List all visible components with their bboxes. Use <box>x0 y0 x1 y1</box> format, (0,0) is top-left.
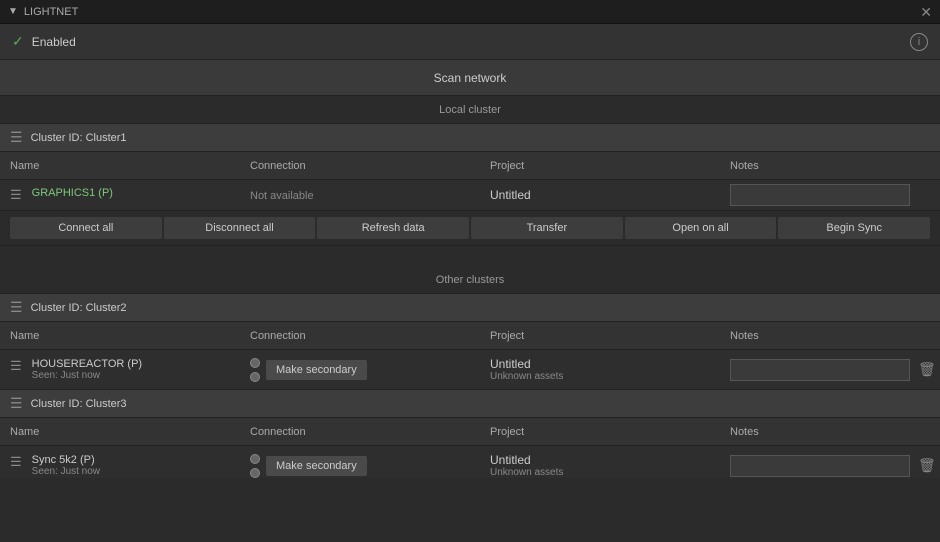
cluster2-col-project: Project <box>490 330 730 342</box>
cluster2-project-sub: Unknown assets <box>490 371 730 382</box>
cluster2-id: Cluster ID: Cluster2 <box>31 302 127 314</box>
title-bar-left: ▼ LIGHTNET <box>8 6 78 18</box>
cluster2-col-notes: Notes <box>730 330 930 342</box>
other-clusters-label: Other clusters <box>436 274 504 286</box>
enabled-left: ✓ Enabled <box>12 33 76 50</box>
cluster3-col-notes: Notes <box>730 426 930 438</box>
enabled-bar: ✓ Enabled i <box>0 24 940 60</box>
local-cluster-section: Local cluster <box>0 96 940 124</box>
cluster1-menu-icon[interactable]: ☰ <box>10 129 23 146</box>
local-row-menu-icon[interactable]: ☰ <box>10 187 22 203</box>
main-content: Scan network Local cluster ☰ Cluster ID:… <box>0 60 940 478</box>
local-connection-value: Not available <box>250 190 314 202</box>
cluster2-conn-dot1 <box>250 358 260 368</box>
local-actions-row: Connect all Disconnect all Refresh data … <box>0 211 940 246</box>
cluster2-header: ☰ Cluster ID: Cluster2 <box>0 294 940 322</box>
cluster3-header: ☰ Cluster ID: Cluster3 <box>0 390 940 418</box>
local-cluster-table-header: Name Connection Project Notes <box>0 152 940 180</box>
cluster3-conn-dot2 <box>250 468 260 478</box>
cluster3-col-connection: Connection <box>250 426 490 438</box>
local-notes-input[interactable] <box>730 184 910 206</box>
cluster1-id: Cluster ID: Cluster1 <box>31 132 127 144</box>
cluster2-name-cell: ☰ HOUSEREACTOR (P) Seen: Just now <box>10 358 250 381</box>
app-title: LIGHTNET <box>24 6 78 18</box>
cluster3-table-header: Name Connection Project Notes <box>0 418 940 446</box>
connect-all-button[interactable]: Connect all <box>10 217 162 239</box>
scan-network-label: Scan network <box>434 71 507 85</box>
local-notes-cell <box>730 184 930 206</box>
cluster2-col-name: Name <box>10 330 250 342</box>
cluster3-id: Cluster ID: Cluster3 <box>31 398 127 410</box>
close-button[interactable]: ✕ <box>920 5 932 19</box>
enabled-label: Enabled <box>32 35 76 49</box>
cluster3-col-project: Project <box>490 426 730 438</box>
cluster2-conn-dots <box>250 358 260 382</box>
cluster3-seen: Seen: Just now <box>32 466 100 477</box>
cluster3-project-value: Untitled <box>490 453 730 467</box>
disconnect-all-button[interactable]: Disconnect all <box>164 217 316 239</box>
cluster2-row: ☰ HOUSEREACTOR (P) Seen: Just now Make s… <box>0 350 940 390</box>
cluster2-notes-cell: 🗑 <box>730 359 936 381</box>
cluster2-notes-input[interactable] <box>730 359 910 381</box>
cluster2-project-value: Untitled <box>490 357 730 371</box>
cluster3-name-col: Sync 5k2 (P) Seen: Just now <box>32 454 100 477</box>
cluster2-seen: Seen: Just now <box>32 370 142 381</box>
cluster2-row-menu-icon[interactable]: ☰ <box>10 358 22 374</box>
cluster2-delete-icon[interactable]: 🗑 <box>918 361 936 378</box>
cluster2-col-connection: Connection <box>250 330 490 342</box>
cluster1-header: ☰ Cluster ID: Cluster1 <box>0 124 940 152</box>
cluster2-menu-icon[interactable]: ☰ <box>10 299 23 316</box>
local-col-notes: Notes <box>730 160 930 172</box>
local-col-connection: Connection <box>250 160 490 172</box>
cluster3-node-name: Sync 5k2 (P) <box>32 454 100 466</box>
cluster3-conn-dot1 <box>250 454 260 464</box>
cluster3-conn-dots <box>250 454 260 478</box>
local-cluster-label: Local cluster <box>439 104 501 116</box>
other-clusters-section: Other clusters <box>0 266 940 294</box>
cluster2-conn-cell: Make secondary <box>250 358 490 382</box>
local-col-name: Name <box>10 160 250 172</box>
cluster3-notes-cell: 🗑 <box>730 455 936 477</box>
cluster3-make-secondary-button[interactable]: Make secondary <box>266 456 367 476</box>
checkmark-icon: ✓ <box>12 33 24 50</box>
local-cluster-row: ☰ GRAPHICS1 (P) Not available Untitled <box>0 180 940 211</box>
cluster3-project-sub: Unknown assets <box>490 467 730 478</box>
scan-network-button[interactable]: Scan network <box>0 60 940 96</box>
local-node-name: GRAPHICS1 (P) <box>32 187 113 199</box>
refresh-data-button[interactable]: Refresh data <box>317 217 469 239</box>
cluster2-table-header: Name Connection Project Notes <box>0 322 940 350</box>
cluster2-make-secondary-button[interactable]: Make secondary <box>266 360 367 380</box>
cluster2-conn-dot2 <box>250 372 260 382</box>
cluster3-row-menu-icon[interactable]: ☰ <box>10 454 22 470</box>
cluster2-node-name: HOUSEREACTOR (P) <box>32 358 142 370</box>
begin-sync-button[interactable]: Begin Sync <box>778 217 930 239</box>
spacer1 <box>0 246 940 266</box>
triangle-icon: ▼ <box>8 6 18 17</box>
cluster3-menu-icon[interactable]: ☰ <box>10 395 23 412</box>
local-connection-cell: Not available <box>250 188 490 202</box>
cluster2-project-cell: Untitled Unknown assets <box>490 357 730 382</box>
open-on-all-button[interactable]: Open on all <box>625 217 777 239</box>
local-col-project: Project <box>490 160 730 172</box>
cluster3-notes-input[interactable] <box>730 455 910 477</box>
transfer-button[interactable]: Transfer <box>471 217 623 239</box>
cluster2-name-col: HOUSEREACTOR (P) Seen: Just now <box>32 358 142 381</box>
local-project-value: Untitled <box>490 188 531 202</box>
cluster3-delete-icon[interactable]: 🗑 <box>918 457 936 474</box>
cluster3-col-name: Name <box>10 426 250 438</box>
cluster3-row: ☰ Sync 5k2 (P) Seen: Just now Make secon… <box>0 446 940 478</box>
cluster3-name-cell: ☰ Sync 5k2 (P) Seen: Just now <box>10 454 250 477</box>
local-project-cell: Untitled <box>490 188 730 202</box>
title-bar: ▼ LIGHTNET ✕ <box>0 0 940 24</box>
local-name-cell: ☰ GRAPHICS1 (P) <box>10 187 250 203</box>
cluster3-conn-cell: Make secondary <box>250 454 490 478</box>
cluster3-project-cell: Untitled Unknown assets <box>490 453 730 478</box>
info-button[interactable]: i <box>910 33 928 51</box>
